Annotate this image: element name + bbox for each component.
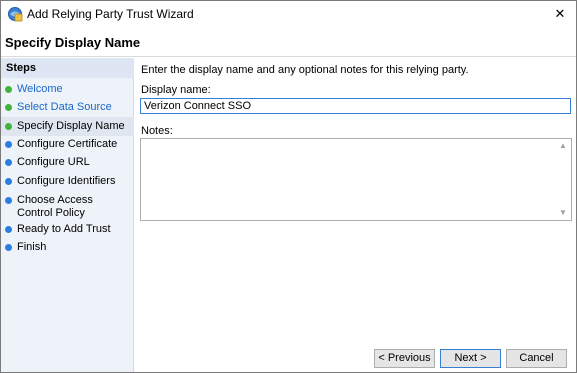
adfs-app-icon [7,6,23,22]
display-name-label: Display name: [141,84,211,96]
wizard-window: Add Relying Party Trust Wizard ✕ Specify… [0,0,577,373]
steps-heading: Steps [1,58,134,78]
step-label: Specify Display Name [17,120,125,132]
notes-label: Notes: [141,125,173,137]
step-label: Ready to Add Trust [17,223,111,235]
step-status-icon [5,197,12,204]
step-label: Configure Identifiers [17,175,116,187]
wizard-header: Specify Display Name [1,27,576,57]
step-specify-display-name: Specify Display Name [1,117,134,136]
step-finish: Finish [1,241,134,256]
scroll-down-icon[interactable]: ▼ [559,209,567,217]
step-status-icon [5,141,12,148]
instruction-text: Enter the display name and any optional … [141,64,469,76]
step-select-data-source[interactable]: Select Data Source [1,101,134,116]
step-status-icon [5,226,12,233]
step-choose-access-control-policy: Choose Access Control Policy [1,194,134,222]
step-configure-identifiers: Configure Identifiers [1,175,134,190]
step-status-icon [5,244,12,251]
step-status-icon [5,123,12,130]
display-name-field[interactable] [140,98,571,114]
step-label: Choose Access Control Policy [17,194,93,219]
scroll-up-icon[interactable]: ▲ [559,142,567,150]
steps-panel: Steps Welcome Select Data Source Specify… [1,58,134,372]
cancel-button[interactable]: Cancel [506,349,567,368]
close-button[interactable]: ✕ [550,5,570,23]
next-button[interactable]: Next > [440,349,501,368]
step-label: Select Data Source [17,101,112,113]
step-status-icon [5,104,12,111]
step-configure-url: Configure URL [1,156,134,171]
previous-button[interactable]: < Previous [374,349,435,368]
step-configure-certificate: Configure Certificate [1,138,134,153]
step-status-icon [5,159,12,166]
content-panel: Enter the display name and any optional … [135,58,576,372]
title-bar: Add Relying Party Trust Wizard ✕ [1,1,576,27]
step-label: Finish [17,241,47,253]
notes-scrollbar[interactable]: ▲ ▼ [556,139,571,220]
step-welcome[interactable]: Welcome [1,83,134,98]
window-title: Add Relying Party Trust Wizard [27,7,194,21]
step-ready-to-add-trust: Ready to Add Trust [1,223,134,238]
notes-textarea[interactable]: ▲ ▼ [140,138,572,221]
page-title: Specify Display Name [5,35,141,50]
step-label: Configure Certificate [17,138,118,150]
step-status-icon [5,86,12,93]
step-label: Welcome [17,83,63,95]
step-status-icon [5,178,12,185]
step-label: Configure URL [17,156,90,168]
